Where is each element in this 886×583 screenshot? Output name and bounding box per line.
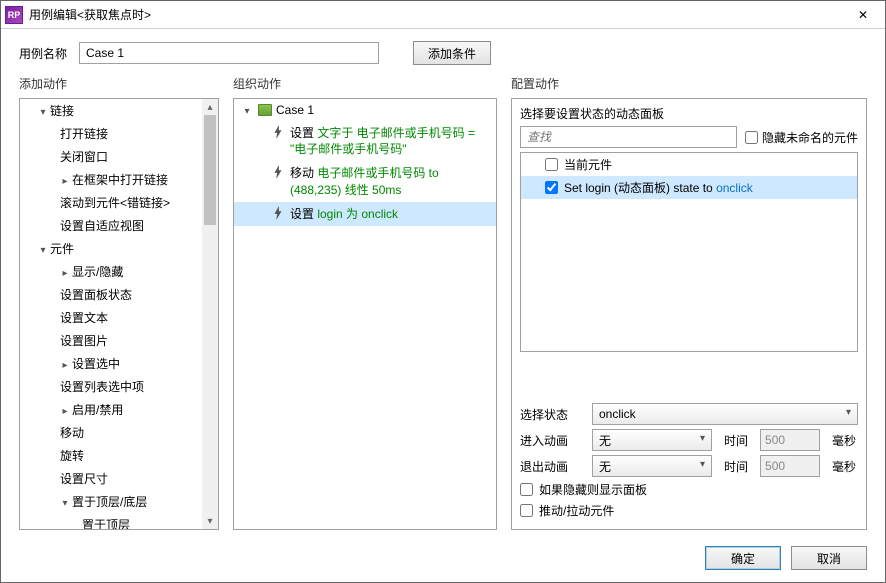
configure-panel: 选择要设置状态的动态面板 隐藏未命名的元件 当前元件 — [511, 98, 867, 530]
case-label: Case 1 — [276, 103, 314, 117]
case-node[interactable]: Case 1 — [234, 99, 496, 121]
tree-item[interactable]: 显示/隐藏 — [20, 260, 202, 283]
action-text: 设置 login 为 onclick — [290, 206, 490, 222]
anim-out-label: 退出动画 — [520, 458, 580, 475]
folder-icon — [258, 104, 272, 116]
action-item[interactable]: 移动 电子邮件或手机号码 to (488,235) 线性 50ms — [234, 161, 496, 201]
organize-actions-title: 组织动作 — [233, 75, 497, 92]
tree-item[interactable]: 滚动到元件<错链接> — [20, 191, 202, 214]
panel-list: 当前元件 Set login (动态面板) state to onclick — [520, 152, 858, 352]
case-name-label: 用例名称 — [19, 45, 67, 62]
tree-group-links[interactable]: 链接 — [20, 99, 202, 122]
configure-lower: 选择状态 onclick 进入动画 无 时间 毫秒 退出动画 无 时间 — [512, 393, 866, 529]
caret-right-icon — [60, 173, 70, 187]
add-actions-column: 添加动作 链接 打开链接 关闭窗口 在框架中打开链接 滚动到元件<错链接> 设置… — [19, 75, 219, 530]
caret-down-icon — [242, 103, 252, 117]
action-text: 设置 文字于 电子邮件或手机号码 = "电子邮件或手机号码" — [290, 125, 490, 157]
bolt-icon — [272, 206, 284, 220]
caret-down-icon — [60, 495, 70, 509]
anim-out-time-input[interactable] — [760, 455, 820, 477]
panel-item-checkbox[interactable] — [545, 181, 558, 194]
scrollbar[interactable]: ▴ ▾ — [202, 99, 218, 529]
organize-actions-column: 组织动作 Case 1 设置 文字于 电子邮件或手机号码 = "电子邮件或手机号… — [233, 75, 497, 530]
caret-down-icon — [38, 242, 48, 256]
search-input[interactable] — [520, 126, 737, 148]
ms-label: 毫秒 — [832, 458, 856, 475]
show-if-hidden-label: 如果隐藏则显示面板 — [539, 481, 647, 498]
action-item[interactable]: 设置 文字于 电子邮件或手机号码 = "电子邮件或手机号码" — [234, 121, 496, 161]
select-state-dropdown[interactable]: onclick — [592, 403, 858, 425]
configure-action-title: 配置动作 — [511, 75, 867, 92]
scroll-down-icon[interactable]: ▾ — [202, 513, 218, 529]
panel-item-label: Set login (动态面板) state to onclick — [564, 179, 753, 196]
tree-item[interactable]: 置于顶层 — [20, 513, 202, 530]
tree-group-widgets[interactable]: 元件 — [20, 237, 202, 260]
tree-item[interactable]: 设置选中 — [20, 352, 202, 375]
hide-unnamed-option[interactable]: 隐藏未命名的元件 — [745, 129, 858, 146]
panel-item-label: 当前元件 — [564, 156, 612, 173]
caret-right-icon — [60, 403, 70, 417]
panel-item-checkbox[interactable] — [545, 158, 558, 171]
tree-item[interactable]: 移动 — [20, 421, 202, 444]
tree-group-order[interactable]: 置于顶层/底层 — [20, 490, 202, 513]
show-if-hidden-checkbox[interactable] — [520, 483, 533, 496]
ok-button[interactable]: 确定 — [705, 546, 781, 570]
tree-item[interactable]: 设置图片 — [20, 329, 202, 352]
case-name-input[interactable] — [79, 42, 379, 64]
columns: 添加动作 链接 打开链接 关闭窗口 在框架中打开链接 滚动到元件<错链接> 设置… — [1, 75, 885, 538]
app-icon: RP — [5, 6, 23, 24]
dialog-footer: 确定 取消 — [1, 538, 885, 582]
header-row: 用例名称 添加条件 — [1, 29, 885, 75]
window-title: 用例编辑<获取焦点时> — [29, 6, 845, 23]
tree-item[interactable]: 打开链接 — [20, 122, 202, 145]
hide-unnamed-checkbox[interactable] — [745, 131, 758, 144]
actions-tree: 链接 打开链接 关闭窗口 在框架中打开链接 滚动到元件<错链接> 设置自适应视图… — [20, 99, 202, 530]
tree-item[interactable]: 设置尺寸 — [20, 467, 202, 490]
bolt-icon — [272, 165, 284, 179]
add-condition-button[interactable]: 添加条件 — [413, 41, 491, 65]
push-pull-label: 推动/拉动元件 — [539, 502, 614, 519]
titlebar: RP 用例编辑<获取焦点时> ✕ — [1, 1, 885, 29]
anim-out-dropdown[interactable]: 无 — [592, 455, 712, 477]
tree-item[interactable]: 设置自适应视图 — [20, 214, 202, 237]
caret-down-icon — [38, 104, 48, 118]
configure-action-column: 配置动作 选择要设置状态的动态面板 隐藏未命名的元件 当前元件 — [511, 75, 867, 530]
organize-panel: Case 1 设置 文字于 电子邮件或手机号码 = "电子邮件或手机号码" 移动… — [233, 98, 497, 530]
scroll-thumb[interactable] — [204, 115, 216, 225]
panel-list-item[interactable]: 当前元件 — [521, 153, 857, 176]
action-item-selected[interactable]: 设置 login 为 onclick — [234, 202, 496, 226]
close-icon: ✕ — [858, 8, 868, 22]
caret-right-icon — [60, 265, 70, 279]
anim-in-dropdown[interactable]: 无 — [592, 429, 712, 451]
tree-item[interactable]: 设置列表选中项 — [20, 375, 202, 398]
cancel-button[interactable]: 取消 — [791, 546, 867, 570]
tree-item[interactable]: 关闭窗口 — [20, 145, 202, 168]
tree-item[interactable]: 设置面板状态 — [20, 283, 202, 306]
case-editor-dialog: RP 用例编辑<获取焦点时> ✕ 用例名称 添加条件 添加动作 链接 打开链接 … — [0, 0, 886, 583]
time-label: 时间 — [724, 432, 748, 449]
bolt-icon — [272, 125, 284, 139]
configure-upper: 选择要设置状态的动态面板 隐藏未命名的元件 当前元件 — [512, 99, 866, 393]
hide-unnamed-label: 隐藏未命名的元件 — [762, 129, 858, 146]
push-pull-checkbox[interactable] — [520, 504, 533, 517]
caret-right-icon — [60, 357, 70, 371]
anim-in-label: 进入动画 — [520, 432, 580, 449]
time-label: 时间 — [724, 458, 748, 475]
actions-tree-panel: 链接 打开链接 关闭窗口 在框架中打开链接 滚动到元件<错链接> 设置自适应视图… — [19, 98, 219, 530]
anim-in-time-input[interactable] — [760, 429, 820, 451]
select-state-label: 选择状态 — [520, 406, 580, 423]
panel-list-item-selected[interactable]: Set login (动态面板) state to onclick — [521, 176, 857, 199]
tree-item[interactable]: 在框架中打开链接 — [20, 168, 202, 191]
tree-item[interactable]: 设置文本 — [20, 306, 202, 329]
action-text: 移动 电子邮件或手机号码 to (488,235) 线性 50ms — [290, 165, 490, 197]
close-button[interactable]: ✕ — [845, 1, 881, 28]
tree-item[interactable]: 旋转 — [20, 444, 202, 467]
scroll-up-icon[interactable]: ▴ — [202, 99, 218, 115]
ms-label: 毫秒 — [832, 432, 856, 449]
tree-item[interactable]: 启用/禁用 — [20, 398, 202, 421]
add-actions-title: 添加动作 — [19, 75, 219, 92]
select-panel-label: 选择要设置状态的动态面板 — [520, 105, 858, 122]
